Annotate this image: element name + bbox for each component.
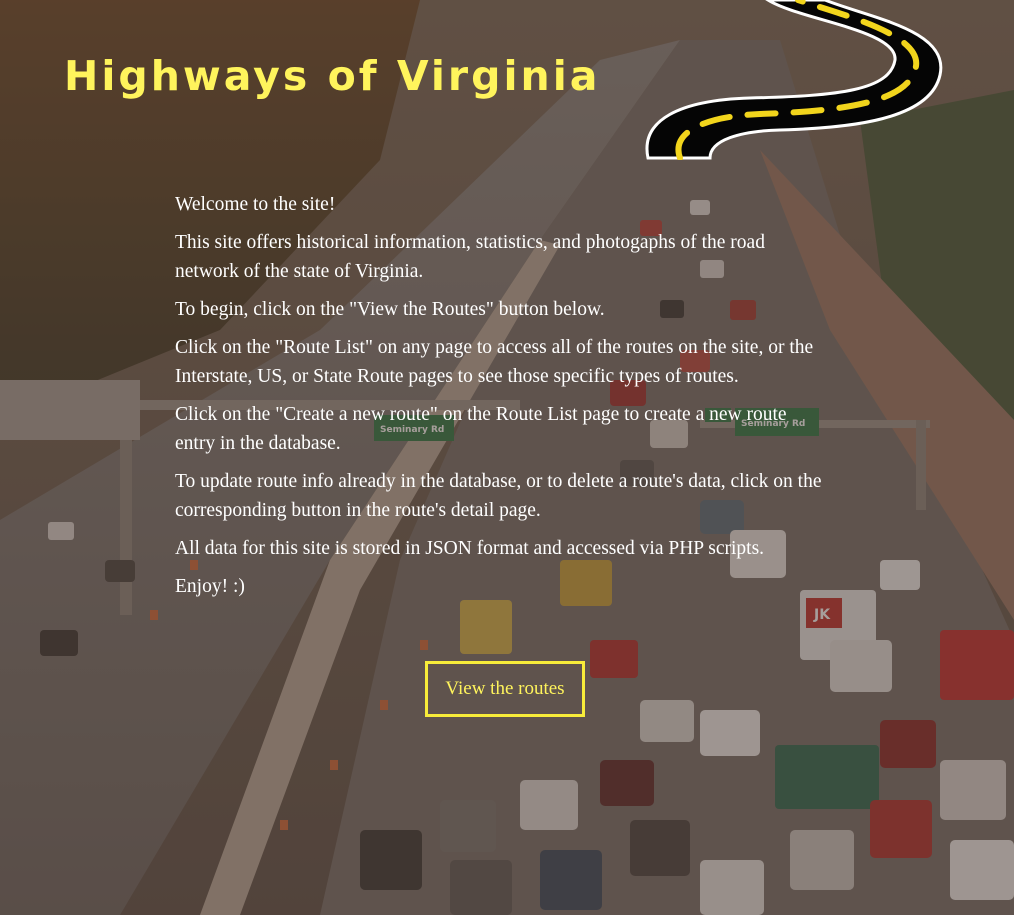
view-routes-button[interactable]: View the routes [425, 661, 585, 717]
intro-paragraph-enjoy: Enjoy! :) [175, 576, 245, 597]
intro-paragraph-create-route: Click on the "Create a new route" on the… [175, 404, 787, 454]
intro-paragraph-update-route: To update route info already in the data… [175, 471, 822, 521]
intro-paragraph-welcome: Welcome to the site! [175, 194, 336, 215]
intro-paragraph-about: This site offers historical information,… [175, 232, 765, 282]
intro-section: Welcome to the site! This site offers hi… [175, 190, 855, 610]
winding-road-icon [640, 0, 950, 161]
intro-paragraph-route-list: Click on the "Route List" on any page to… [175, 337, 814, 387]
page-title: Highways of Virginia [64, 52, 601, 100]
intro-paragraph-data-storage: All data for this site is stored in JSON… [175, 538, 765, 559]
intro-paragraph-begin: To begin, click on the "View the Routes"… [175, 299, 605, 320]
